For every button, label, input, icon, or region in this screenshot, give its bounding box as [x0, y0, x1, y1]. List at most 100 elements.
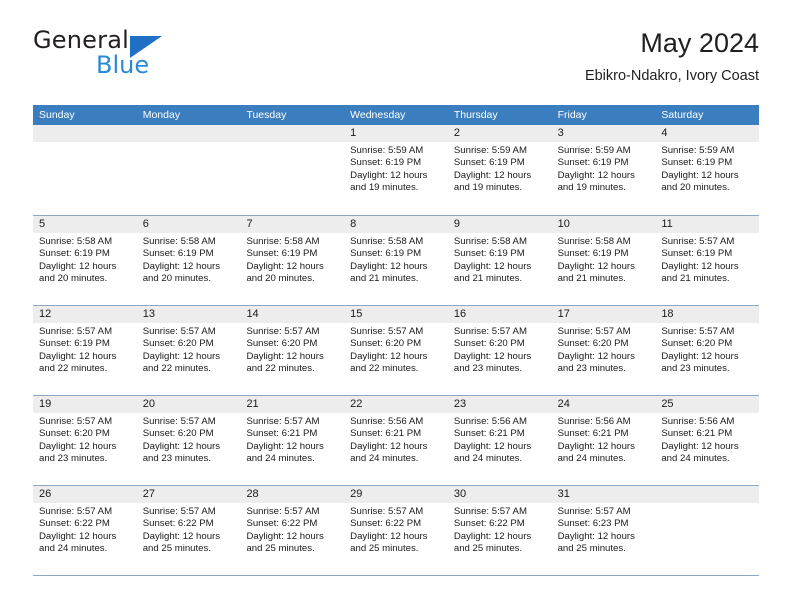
calendar-day-cell[interactable]: 13 Sunrise: 5:57 AM Sunset: 6:20 PM Dayligh…	[136, 306, 241, 395]
sunset-text: Sunset: 6:19 PM	[246, 248, 318, 260]
weekday-header-tuesday: Tuesday	[246, 109, 287, 121]
calendar-week-row: 1 Sunrise: 5:59 AM Sunset: 6:19 PM Daylight…	[33, 125, 760, 215]
page-title: May 2024	[640, 28, 759, 58]
calendar-day-cell-empty	[136, 125, 241, 215]
day-number: 26	[33, 486, 137, 503]
daylight-text: Daylight: 12 hours and 25 minutes.	[246, 530, 324, 555]
calendar-day-cell[interactable]: 20 Sunrise: 5:57 AM Sunset: 6:20 PM Dayligh…	[136, 396, 241, 485]
day-number	[33, 125, 137, 142]
day-details: Sunrise: 5:57 AM Sunset: 6:20 PM Daylight:…	[137, 323, 241, 376]
sunset-text: Sunset: 6:22 PM	[453, 518, 525, 530]
calendar-day-cell[interactable]: 25 Sunrise: 5:56 AM Sunset: 6:21 PM Dayligh…	[655, 396, 760, 485]
daylight-text: Daylight: 12 hours and 19 minutes.	[557, 169, 635, 194]
sunset-text: Sunset: 6:20 PM	[661, 338, 733, 350]
calendar-day-cell[interactable]: 29 Sunrise: 5:57 AM Sunset: 6:22 PM Dayligh…	[344, 486, 448, 575]
calendar-day-cell[interactable]: 6 Sunrise: 5:58 AM Sunset: 6:19 PM Daylight…	[136, 216, 241, 305]
day-number: 6	[136, 216, 241, 233]
day-details: Sunrise: 5:57 AM Sunset: 6:22 PM Daylight:…	[448, 503, 552, 556]
sunrise-text: Sunrise: 5:57 AM	[453, 326, 527, 337]
sunset-text: Sunset: 6:20 PM	[453, 338, 525, 350]
sunset-text: Sunset: 6:20 PM	[350, 338, 422, 350]
daylight-text: Daylight: 12 hours and 20 minutes.	[246, 260, 324, 285]
calendar-day-cell[interactable]: 9 Sunrise: 5:58 AM Sunset: 6:19 PM Daylight…	[447, 216, 552, 305]
calendar-day-cell[interactable]: 7 Sunrise: 5:58 AM Sunset: 6:19 PM Daylight…	[240, 216, 345, 305]
page-header: General Blue May 2024 Ebikro-Ndakro, Ivo…	[33, 26, 759, 98]
daylight-text: Daylight: 12 hours and 23 minutes.	[453, 350, 532, 375]
sunrise-text: Sunrise: 5:58 AM	[557, 236, 631, 247]
sunset-text: Sunset: 6:20 PM	[142, 428, 214, 440]
logo[interactable]: General Blue	[33, 26, 293, 88]
calendar-day-cell[interactable]: 2 Sunrise: 5:59 AM Sunset: 6:19 PM Daylight…	[447, 125, 552, 215]
calendar-day-cell[interactable]: 17 Sunrise: 5:57 AM Sunset: 6:20 PM Dayligh…	[551, 306, 656, 395]
calendar-day-cell[interactable]: 27 Sunrise: 5:57 AM Sunset: 6:22 PM Dayligh…	[136, 486, 241, 575]
daylight-text: Daylight: 12 hours and 23 minutes.	[661, 350, 739, 375]
day-number: 22	[344, 396, 448, 413]
day-number: 23	[447, 396, 552, 413]
calendar-day-cell[interactable]: 19 Sunrise: 5:57 AM Sunset: 6:20 PM Dayligh…	[33, 396, 137, 485]
day-number	[655, 486, 760, 503]
daylight-text: Daylight: 12 hours and 24 minutes.	[350, 440, 428, 465]
calendar-day-cell[interactable]: 4 Sunrise: 5:59 AM Sunset: 6:19 PM Daylight…	[655, 125, 760, 215]
daylight-text: Daylight: 12 hours and 24 minutes.	[246, 440, 324, 465]
day-details: Sunrise: 5:57 AM Sunset: 6:20 PM Daylight:…	[137, 413, 241, 466]
sunset-text: Sunset: 6:19 PM	[39, 248, 110, 260]
calendar-day-cell[interactable]: 31 Sunrise: 5:57 AM Sunset: 6:23 PM Dayligh…	[551, 486, 656, 575]
calendar-day-cell[interactable]: 22 Sunrise: 5:56 AM Sunset: 6:21 PM Dayligh…	[344, 396, 448, 485]
day-number: 13	[136, 306, 241, 323]
daylight-text: Daylight: 12 hours and 25 minutes.	[350, 530, 428, 555]
day-details: Sunrise: 5:56 AM Sunset: 6:21 PM Daylight:…	[655, 413, 759, 466]
calendar-day-cell[interactable]: 11 Sunrise: 5:57 AM Sunset: 6:19 PM Dayligh…	[655, 216, 760, 305]
sunrise-text: Sunrise: 5:57 AM	[350, 326, 424, 337]
calendar-day-cell[interactable]: 15 Sunrise: 5:57 AM Sunset: 6:20 PM Dayligh…	[344, 306, 448, 395]
calendar-day-cell[interactable]: 16 Sunrise: 5:57 AM Sunset: 6:20 PM Dayligh…	[447, 306, 552, 395]
calendar-day-cell[interactable]: 21 Sunrise: 5:57 AM Sunset: 6:21 PM Dayligh…	[240, 396, 345, 485]
calendar-week-row: 26 Sunrise: 5:57 AM Sunset: 6:22 PM Dayligh…	[33, 485, 760, 575]
day-number: 9	[447, 216, 552, 233]
calendar-day-cell[interactable]: 26 Sunrise: 5:57 AM Sunset: 6:22 PM Dayligh…	[33, 486, 137, 575]
day-number: 30	[447, 486, 552, 503]
weekday-header-sunday: Sunday	[39, 109, 75, 121]
calendar-day-cell[interactable]: 5 Sunrise: 5:58 AM Sunset: 6:19 PM Daylight…	[33, 216, 137, 305]
sunrise-text: Sunrise: 5:58 AM	[453, 236, 527, 247]
weekday-header-friday: Friday	[557, 109, 587, 121]
sunset-text: Sunset: 6:19 PM	[453, 248, 525, 260]
calendar-day-cell[interactable]: 3 Sunrise: 5:59 AM Sunset: 6:19 PM Daylight…	[551, 125, 656, 215]
sunset-text: Sunset: 6:22 PM	[246, 518, 318, 530]
day-details: Sunrise: 5:58 AM Sunset: 6:19 PM Daylight:…	[137, 233, 241, 286]
calendar-day-cell[interactable]: 1 Sunrise: 5:59 AM Sunset: 6:19 PM Daylight…	[344, 125, 448, 215]
sunrise-text: Sunrise: 5:58 AM	[350, 236, 424, 247]
calendar-day-cell[interactable]: 28 Sunrise: 5:57 AM Sunset: 6:22 PM Dayligh…	[240, 486, 345, 575]
calendar-day-cell[interactable]: 30 Sunrise: 5:57 AM Sunset: 6:22 PM Dayligh…	[447, 486, 552, 575]
day-number: 4	[655, 125, 760, 142]
calendar-day-cell[interactable]: 18 Sunrise: 5:57 AM Sunset: 6:20 PM Dayligh…	[655, 306, 760, 395]
sunset-text: Sunset: 6:19 PM	[557, 248, 629, 260]
calendar-day-cell[interactable]: 24 Sunrise: 5:56 AM Sunset: 6:21 PM Dayligh…	[551, 396, 656, 485]
calendar-day-cell[interactable]: 8 Sunrise: 5:58 AM Sunset: 6:19 PM Daylight…	[344, 216, 448, 305]
sunrise-text: Sunrise: 5:57 AM	[350, 506, 424, 517]
calendar-day-cell[interactable]: 23 Sunrise: 5:56 AM Sunset: 6:21 PM Dayligh…	[447, 396, 552, 485]
day-number: 20	[136, 396, 241, 413]
sunset-text: Sunset: 6:19 PM	[142, 248, 214, 260]
day-number: 14	[240, 306, 345, 323]
day-number: 15	[344, 306, 448, 323]
sunset-text: Sunset: 6:19 PM	[661, 248, 733, 260]
calendar-week-row: 12 Sunrise: 5:57 AM Sunset: 6:19 PM Dayligh…	[33, 305, 760, 395]
calendar-day-cell[interactable]: 10 Sunrise: 5:58 AM Sunset: 6:19 PM Dayligh…	[551, 216, 656, 305]
day-details: Sunrise: 5:57 AM Sunset: 6:20 PM Daylight:…	[344, 323, 448, 376]
calendar-day-cell[interactable]: 12 Sunrise: 5:57 AM Sunset: 6:19 PM Dayligh…	[33, 306, 137, 395]
day-number: 17	[551, 306, 656, 323]
sunrise-text: Sunrise: 5:57 AM	[557, 326, 631, 337]
day-number	[240, 125, 345, 142]
calendar-day-cell[interactable]: 14 Sunrise: 5:57 AM Sunset: 6:20 PM Dayligh…	[240, 306, 345, 395]
daylight-text: Daylight: 12 hours and 20 minutes.	[661, 169, 739, 194]
day-details: Sunrise: 5:57 AM Sunset: 6:20 PM Daylight:…	[240, 323, 344, 376]
day-details: Sunrise: 5:56 AM Sunset: 6:21 PM Daylight:…	[344, 413, 448, 466]
day-number: 28	[240, 486, 345, 503]
day-details: Sunrise: 5:57 AM Sunset: 6:20 PM Daylight:…	[655, 323, 759, 376]
sunrise-text: Sunrise: 5:56 AM	[453, 416, 527, 427]
day-details: Sunrise: 5:57 AM Sunset: 6:22 PM Daylight:…	[33, 503, 137, 556]
calendar-day-cell-empty	[33, 125, 137, 215]
day-details: Sunrise: 5:57 AM Sunset: 6:21 PM Daylight:…	[240, 413, 344, 466]
calendar-day-cell-empty	[655, 486, 760, 575]
day-details: Sunrise: 5:59 AM Sunset: 6:19 PM Daylight:…	[448, 142, 552, 195]
